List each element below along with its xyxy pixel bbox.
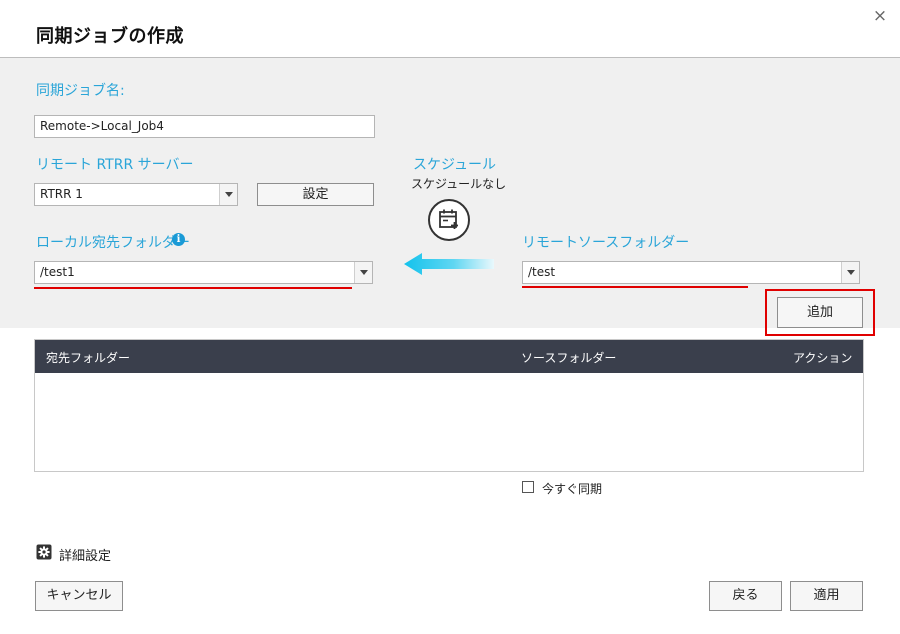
local-folder-select[interactable]: /test1 [34,261,373,284]
remote-folder-label: リモートソースフォルダー [522,235,690,251]
chevron-down-icon[interactable] [219,184,237,205]
calendar-add-glyph [439,209,458,229]
remote-server-label: リモート RTRR サーバー [36,157,194,173]
advanced-settings-link[interactable]: 詳細設定 [59,545,111,564]
table-header: 宛先フォルダー ソースフォルダー アクション [35,340,863,373]
local-folder-label: ローカル宛先フォルダー [36,235,190,251]
sync-now-label[interactable]: 今すぐ同期 [542,480,602,497]
remote-folder-select[interactable]: /test [522,261,860,284]
dialog-header: 同期ジョブの作成 × [0,0,900,58]
sync-now-checkbox[interactable] [522,481,534,493]
schedule-status: スケジュールなし [411,177,507,191]
remote-server-select[interactable]: RTRR 1 [34,183,238,206]
job-name-input[interactable]: Remote->Local_Job4 [34,115,375,138]
arrow-left-icon [404,253,494,275]
chevron-down-icon[interactable] [841,262,859,283]
local-folder-value: /test1 [40,265,75,279]
cancel-button[interactable]: キャンセル [35,581,123,611]
add-button[interactable]: 追加 [777,297,863,328]
column-header-action: アクション [793,351,853,365]
gear-icon[interactable] [36,544,52,560]
local-folder-highlight [34,287,352,289]
column-header-source: ソースフォルダー [521,351,617,365]
job-name-label: 同期ジョブ名: [36,83,125,99]
remote-folder-highlight [522,286,748,288]
column-header-destination: 宛先フォルダー [46,351,131,365]
info-icon[interactable]: i [172,233,185,246]
calendar-add-icon[interactable] [428,199,470,241]
dialog-title: 同期ジョブの作成 [36,26,184,47]
back-button[interactable]: 戻る [709,581,782,611]
remote-folder-value: /test [528,265,556,279]
close-icon[interactable]: × [870,6,890,26]
apply-button[interactable]: 適用 [790,581,863,611]
remote-server-value: RTRR 1 [40,187,83,201]
chevron-down-icon[interactable] [354,262,372,283]
server-settings-button[interactable]: 設定 [257,183,374,206]
folder-pair-table: 宛先フォルダー ソースフォルダー アクション [34,339,864,472]
schedule-label[interactable]: スケジュール [413,154,496,174]
